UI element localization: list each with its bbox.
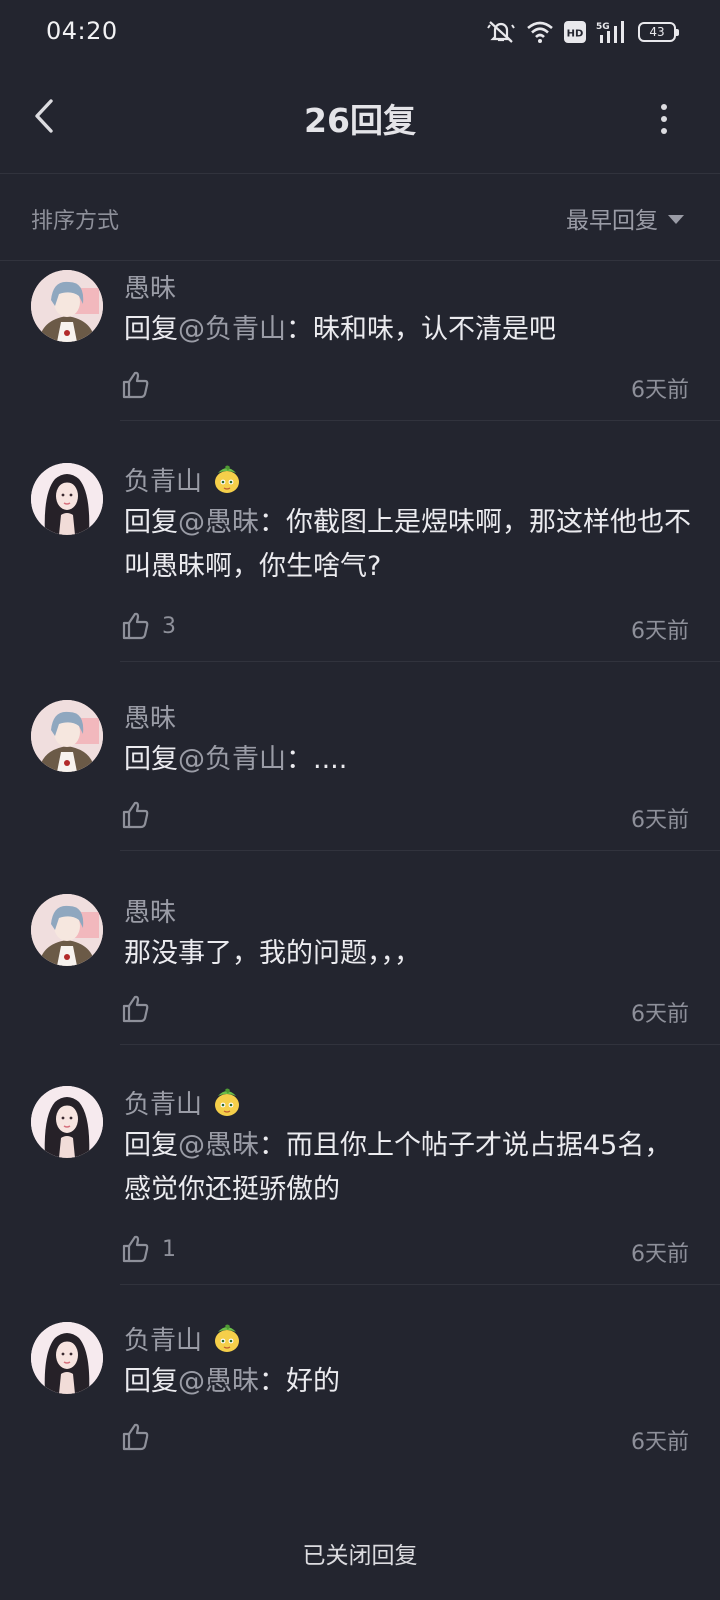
comment-username-row: 愚昧	[124, 892, 176, 929]
comment-timestamp: 6天前	[631, 1002, 689, 1027]
reply-separator: ：	[259, 1366, 286, 1397]
comment-username[interactable]: 负青山	[124, 461, 202, 498]
comment-text: 回复@愚昧：你截图上是煜味啊，那这样他也不叫愚昧啊，你生啥气?	[124, 501, 694, 589]
male-avatar[interactable]	[31, 700, 103, 772]
battery-icon: 43	[638, 22, 679, 42]
reply-mention[interactable]: @负青山	[178, 744, 286, 775]
like-count: 3	[162, 613, 176, 639]
comment-divider	[120, 420, 720, 421]
comment-body: 好的	[286, 1366, 340, 1397]
male-avatar[interactable]	[31, 270, 103, 342]
header: 26回复	[0, 64, 720, 174]
like-button[interactable]	[120, 1422, 162, 1452]
comment-text: 回复@愚昧：而且你上个帖子才说占据45名，感觉你还挺骄傲的	[124, 1124, 694, 1212]
comment-text: 回复@愚昧：好的	[124, 1360, 694, 1404]
reply-separator: ：	[259, 507, 286, 538]
reply-prefix: 回复	[124, 314, 178, 345]
comment-username[interactable]: 负青山	[124, 1084, 202, 1121]
female-avatar[interactable]	[31, 1322, 103, 1394]
comment-body: 那没事了，我的问题，，，	[124, 938, 421, 969]
female-avatar[interactable]	[31, 463, 103, 535]
comment-timestamp: 6天前	[631, 619, 689, 644]
sort-dropdown[interactable]: 最早回复	[566, 201, 684, 235]
female-avatar[interactable]	[31, 1086, 103, 1158]
hd-icon: HD	[564, 21, 586, 43]
comment-text: 那没事了，我的问题，，，	[124, 932, 694, 976]
reply-separator: ：	[286, 744, 313, 775]
male-avatar[interactable]	[31, 894, 103, 966]
comment-username-row: 负青山	[124, 1084, 242, 1121]
reply-prefix: 回复	[124, 744, 178, 775]
thumbs-up-icon	[122, 371, 149, 399]
svg-text:5G: 5G	[596, 22, 610, 32]
reply-separator: ：	[286, 314, 313, 345]
comment-timestamp: 6天前	[631, 1242, 689, 1267]
like-count: 1	[162, 1236, 176, 1262]
comment-timestamp: 6天前	[631, 808, 689, 833]
reply-prefix: 回复	[124, 1366, 178, 1397]
thumbs-up-icon	[122, 612, 149, 640]
battery-level: 43	[649, 25, 665, 39]
sort-selected-value: 最早回复	[566, 208, 658, 234]
like-button[interactable]	[120, 994, 162, 1024]
svg-text:HD: HD	[567, 29, 584, 40]
comment-timestamp: 6天前	[631, 378, 689, 403]
user-badge-icon	[214, 464, 240, 494]
user-badge-icon	[214, 1087, 240, 1117]
comment-timestamp: 6天前	[631, 1430, 689, 1455]
caret-down-icon	[668, 214, 684, 224]
comment-username[interactable]: 愚昧	[124, 698, 176, 735]
more-vertical-icon	[661, 104, 667, 110]
thumbs-up-icon	[122, 1235, 149, 1263]
page-title: 26回复	[304, 101, 416, 140]
reply-prefix: 回复	[124, 507, 178, 538]
like-button[interactable]	[120, 800, 162, 830]
status-time: 04:20	[46, 17, 118, 45]
status-bar: 04:20 HD 5G 43	[0, 0, 720, 64]
comment-username-row: 愚昧	[124, 268, 176, 305]
comment-divider	[120, 1044, 720, 1045]
comment-text: 回复@负青山：....	[124, 738, 694, 782]
comment-username-row: 愚昧	[124, 698, 176, 735]
comment-divider	[120, 661, 720, 662]
sort-bar: 排序方式 最早回复	[0, 175, 720, 261]
comment-username[interactable]: 负青山	[124, 1320, 202, 1357]
reply-separator: ：	[259, 1130, 286, 1161]
reply-mention[interactable]: @负青山	[178, 314, 286, 345]
comment-username[interactable]: 愚昧	[124, 892, 176, 929]
like-button[interactable]: 3	[120, 611, 176, 641]
replies-closed-note: 已关闭回复	[302, 1543, 418, 1569]
reply-mention[interactable]: @愚昧	[178, 1130, 259, 1161]
comment-divider	[120, 850, 720, 851]
comment-username-row: 负青山	[124, 461, 242, 498]
5g-signal-icon: 5G	[596, 21, 624, 43]
status-icons: HD 5G 43	[486, 18, 679, 46]
comment-divider	[120, 1284, 720, 1285]
like-button[interactable]	[120, 370, 162, 400]
comment-text: 回复@负青山：昧和味，认不清是吧	[124, 308, 694, 352]
comment-username-row: 负青山	[124, 1320, 242, 1357]
wifi-icon	[527, 21, 553, 43]
comment-body: 昧和味，认不清是吧	[313, 314, 556, 345]
thumbs-up-icon	[122, 801, 149, 829]
comment-username[interactable]: 愚昧	[124, 268, 176, 305]
more-button[interactable]	[652, 104, 676, 134]
mute-icon	[487, 21, 515, 43]
like-button[interactable]: 1	[120, 1234, 176, 1264]
reply-mention[interactable]: @愚昧	[178, 1366, 259, 1397]
user-badge-icon	[214, 1323, 240, 1353]
sort-label: 排序方式	[31, 209, 120, 234]
comment-body: ....	[313, 744, 348, 775]
reply-mention[interactable]: @愚昧	[178, 507, 259, 538]
thumbs-up-icon	[122, 1423, 149, 1451]
reply-prefix: 回复	[124, 1130, 178, 1161]
thumbs-up-icon	[122, 995, 149, 1023]
